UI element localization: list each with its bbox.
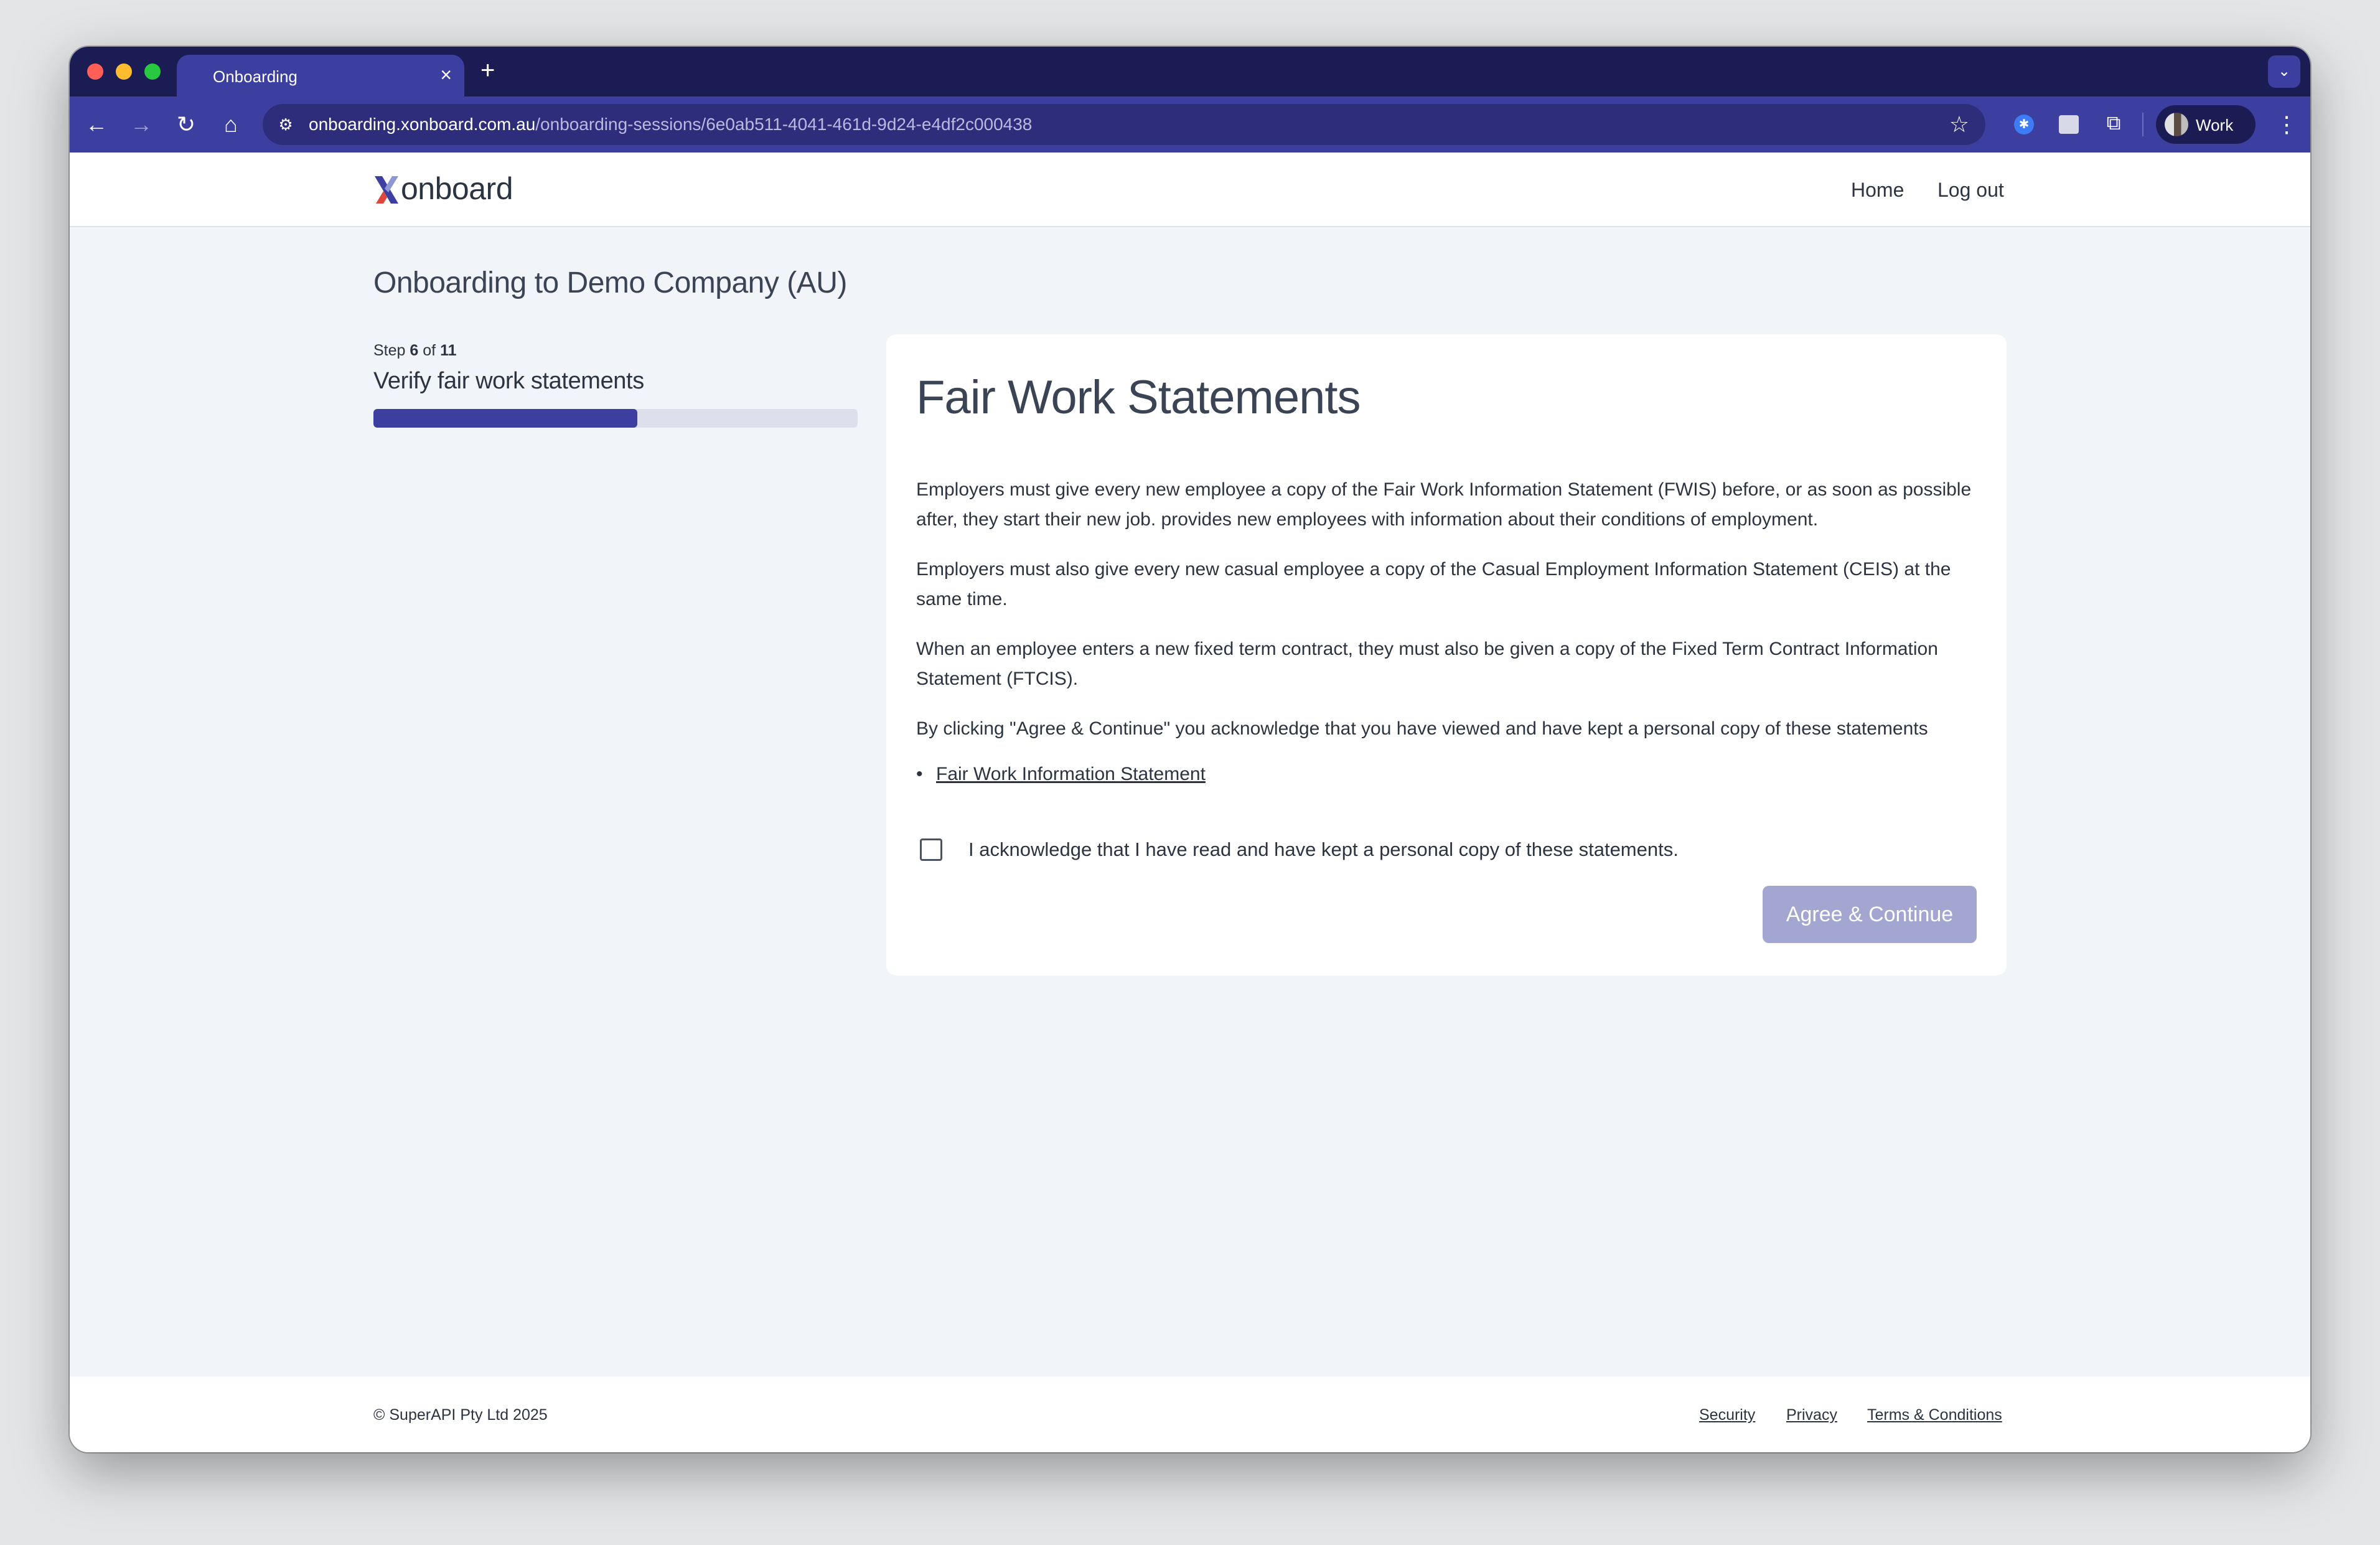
document-list: • Fair Work Information Statement [916,764,1206,785]
profile-button[interactable]: Work [2156,105,2256,144]
fair-work-card: Fair Work Statements Employers must give… [886,334,2007,975]
fwis-document-link[interactable]: Fair Work Information Statement [936,764,1206,784]
progress-bar-fill [373,409,637,428]
forward-arrow-icon[interactable]: → [124,108,158,141]
new-tab-button[interactable]: + [480,57,495,84]
tab-strip: Onboarding × + ⌄ [70,47,2310,96]
home-icon[interactable]: ⌂ [214,108,248,141]
reload-icon[interactable]: ↻ [169,108,203,141]
bullet-icon: • [916,764,923,784]
close-window-button[interactable] [87,63,103,80]
extension-icon[interactable]: ✱ [2010,109,2038,136]
extensions-puzzle-icon[interactable]: ⧉ [2100,109,2127,136]
acknowledge-label[interactable]: I acknowledge that I have read and have … [968,838,1679,861]
nav-home-link[interactable]: Home [1851,179,1904,202]
paragraph-ftcis: When an employee enters a new fixed term… [916,639,1938,689]
minimize-window-button[interactable] [116,63,132,80]
page-title: Onboarding to Demo Company (AU) [373,266,847,299]
site-footer: © SuperAPI Pty Ltd 2025 Security Privacy… [70,1376,2310,1452]
step-counter: Step 6 of 11 [373,342,457,360]
step-title: Verify fair work statements [373,368,644,394]
bookmark-star-icon[interactable]: ☆ [1949,111,1969,138]
tab-close-icon[interactable]: × [440,63,452,86]
extension-id-card-icon[interactable] [2055,109,2082,136]
x-logo-icon [375,176,398,204]
browser-tab-onboarding[interactable]: Onboarding × [177,55,464,96]
footer-privacy-link[interactable]: Privacy [1786,1406,1837,1424]
back-arrow-icon[interactable]: ← [80,108,113,141]
acknowledge-checkbox[interactable] [920,838,942,861]
tab-title: Onboarding [213,67,298,86]
step-of: of [423,342,436,359]
paragraph-fwis: Employers must give every new employee a… [916,479,1972,530]
step-prefix: Step [373,342,406,359]
footer-terms-link[interactable]: Terms & Conditions [1867,1406,2002,1424]
profile-label: Work [2196,116,2234,134]
nav-logout-link[interactable]: Log out [1937,179,2004,202]
tab-search-chevron-icon[interactable]: ⌄ [2268,55,2300,88]
maximize-window-button[interactable] [144,63,161,80]
agree-continue-button[interactable]: Agree & Continue [1763,886,1977,943]
paragraph-acknowledge-info: By clicking "Agree & Continue" you ackno… [916,718,1928,739]
address-bar[interactable]: ⚙ onboarding.xonboard.com.au/onboarding-… [263,104,1985,145]
site-header: onboard Home Log out [70,153,2310,227]
url-host: onboarding.xonboard.com.au [309,115,536,134]
browser-toolbar: ← → ↻ ⌂ ⚙ onboarding.xonboard.com.au/onb… [70,96,2310,153]
browser-window: Onboarding × + ⌄ ← → ↻ ⌂ ⚙ onboarding.xo… [70,47,2310,1452]
copyright-text: © SuperAPI Pty Ltd 2025 [373,1406,548,1424]
url-text[interactable]: onboarding.xonboard.com.au/onboarding-se… [309,115,1032,134]
card-title: Fair Work Statements [916,371,1361,424]
paragraph-ceis: Employers must also give every new casua… [916,559,1951,609]
site-settings-icon[interactable]: ⚙ [274,113,298,136]
logo-text: onboard [401,171,513,206]
step-total: 11 [440,342,457,359]
url-path: /onboarding-sessions/6e0ab511-4041-461d-… [535,115,1033,134]
avatar [2165,113,2188,136]
step-current: 6 [410,342,419,359]
browser-menu-icon[interactable]: ⋮ [2275,108,2298,141]
toolbar-divider [2142,113,2143,136]
progress-bar [373,409,858,428]
footer-security-link[interactable]: Security [1699,1406,1755,1424]
